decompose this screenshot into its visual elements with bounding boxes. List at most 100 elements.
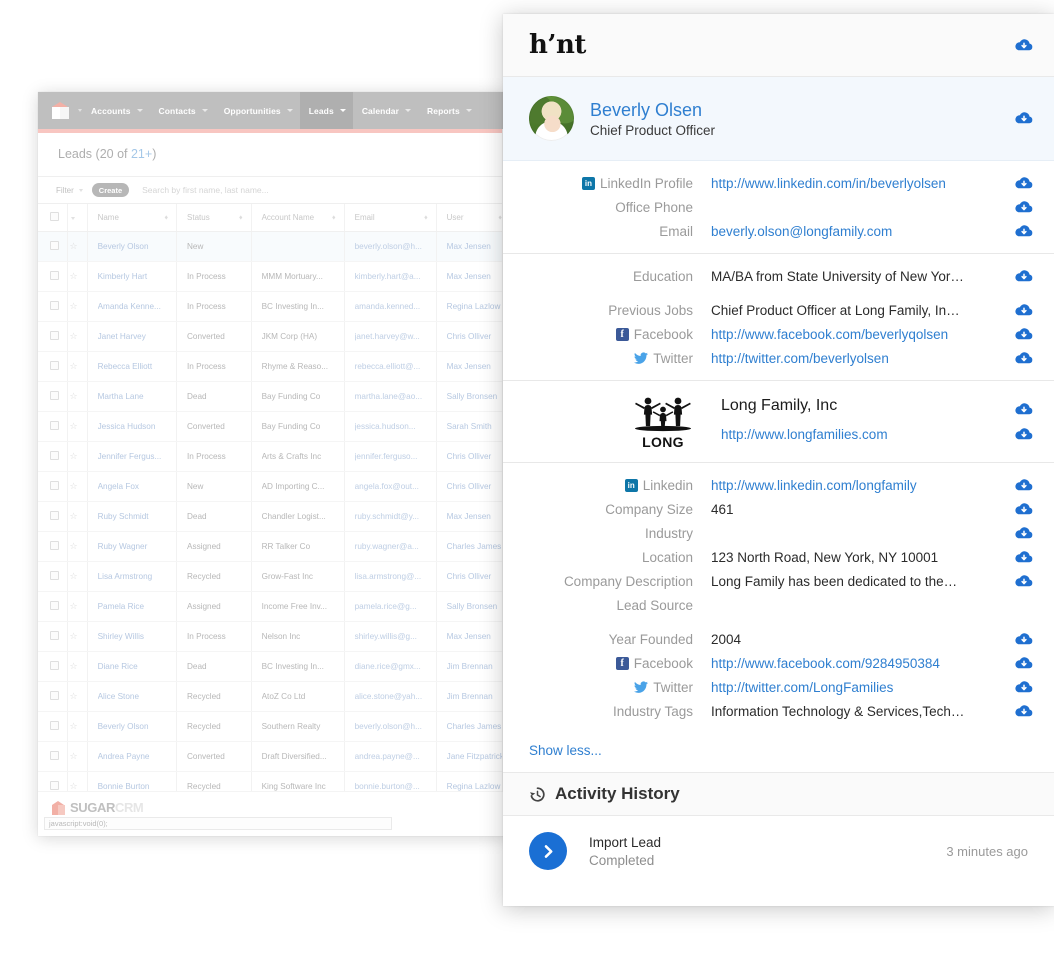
cell-name[interactable]: Beverly Olson: [86, 711, 177, 742]
star-icon[interactable]: ☆: [69, 241, 77, 251]
star-icon[interactable]: ☆: [69, 631, 77, 641]
cell-email[interactable]: pamela.rice@g...: [343, 591, 437, 622]
field-value[interactable]: http://www.linkedin.com/in/beverlyolsen: [711, 176, 1014, 191]
select-all-header[interactable]: [38, 204, 68, 232]
row-checkbox-cell[interactable]: [38, 381, 68, 412]
chevron-down-icon[interactable]: [405, 109, 411, 112]
person-name[interactable]: Beverly Olsen: [590, 99, 715, 122]
field-value[interactable]: http://twitter.com/LongFamilies: [711, 680, 1014, 695]
company-url[interactable]: http://www.longfamilies.com: [721, 427, 1014, 442]
cell-user[interactable]: Max Jensen: [435, 501, 510, 532]
nav-item-contacts[interactable]: Contacts: [150, 92, 215, 129]
row-checkbox-cell[interactable]: [38, 531, 68, 562]
row-checkbox[interactable]: [50, 601, 59, 610]
cell-name[interactable]: Kimberly Hart: [86, 261, 177, 292]
star-icon[interactable]: ☆: [69, 721, 77, 731]
row-checkbox-cell[interactable]: [38, 501, 68, 532]
show-less-link[interactable]: Show less...: [503, 733, 1054, 772]
row-checkbox-cell[interactable]: [38, 291, 68, 322]
row-checkbox[interactable]: [50, 451, 59, 460]
cell-name[interactable]: Martha Lane: [86, 381, 177, 412]
star-icon[interactable]: ☆: [69, 691, 77, 701]
star-icon[interactable]: ☆: [69, 391, 77, 401]
column-header-user[interactable]: User ♦: [435, 204, 510, 232]
cloud-download-icon[interactable]: [1014, 478, 1034, 493]
row-checkbox[interactable]: [50, 331, 59, 340]
cell-user[interactable]: Max Jensen: [435, 261, 510, 292]
field-value[interactable]: beverly.olson@longfamily.com: [711, 224, 1014, 239]
cell-name[interactable]: Shirley Willis: [86, 621, 177, 652]
table-row[interactable]: ☆ Ruby Wagner Assigned RR Talker Co ruby.wag…: [38, 531, 510, 562]
sugar-cube-icon[interactable]: [52, 102, 69, 119]
cell-user[interactable]: Sally Bronsen: [435, 591, 510, 622]
row-checkbox-cell[interactable]: [38, 471, 68, 502]
search-input[interactable]: Search by first name, last name...: [142, 185, 269, 195]
row-checkbox-cell[interactable]: [38, 741, 68, 772]
cell-user[interactable]: Max Jensen: [435, 351, 510, 382]
star-icon[interactable]: ☆: [69, 421, 77, 431]
nav-item-accounts[interactable]: Accounts: [82, 92, 150, 129]
cell-name[interactable]: Pamela Rice: [86, 591, 177, 622]
create-button[interactable]: Create: [91, 183, 130, 197]
star-icon[interactable]: ☆: [69, 361, 77, 371]
row-checkbox[interactable]: [50, 691, 59, 700]
row-checkbox-cell[interactable]: [38, 561, 68, 592]
row-checkbox[interactable]: [50, 421, 59, 430]
star-icon[interactable]: ☆: [69, 331, 77, 341]
row-favorite-cell[interactable]: ☆: [67, 351, 88, 382]
cell-user[interactable]: Chris Olliver: [435, 321, 510, 352]
row-favorite-cell[interactable]: ☆: [67, 441, 88, 472]
chevron-down-icon[interactable]: [201, 109, 208, 112]
row-favorite-cell[interactable]: ☆: [67, 321, 88, 352]
star-icon[interactable]: ☆: [69, 541, 77, 551]
row-checkbox[interactable]: [50, 721, 59, 730]
row-checkbox[interactable]: [50, 391, 59, 400]
cell-email[interactable]: rebecca.elliott@...: [343, 351, 437, 382]
cell-name[interactable]: Rebecca Elliott: [86, 351, 177, 382]
row-favorite-cell[interactable]: ☆: [67, 621, 88, 652]
nav-item-opportunities[interactable]: Opportunities: [215, 92, 300, 129]
row-checkbox[interactable]: [50, 631, 59, 640]
cell-user[interactable]: Max Jensen: [435, 621, 510, 652]
cloud-download-icon[interactable]: [1014, 502, 1034, 517]
row-checkbox[interactable]: [50, 661, 59, 670]
cell-name[interactable]: Lisa Armstrong: [86, 561, 177, 592]
cell-email[interactable]: martha.lane@ao...: [343, 381, 437, 412]
cell-user[interactable]: Jim Brennan: [435, 651, 510, 682]
cell-email[interactable]: angela.fox@out...: [343, 471, 437, 502]
row-favorite-cell[interactable]: ☆: [67, 741, 88, 772]
star-icon[interactable]: ☆: [69, 781, 77, 791]
cell-user[interactable]: Regina Lazlow: [435, 291, 510, 322]
row-checkbox[interactable]: [50, 751, 59, 760]
row-checkbox-cell[interactable]: [38, 321, 68, 352]
field-value[interactable]: http://www.facebook.com/9284950384: [711, 656, 1014, 671]
cloud-download-icon[interactable]: [1014, 176, 1034, 191]
cell-email[interactable]: jessica.hudson...: [343, 411, 437, 442]
sort-icon[interactable]: ♦: [332, 214, 336, 221]
cell-email[interactable]: ruby.wagner@a...: [343, 531, 437, 562]
table-row[interactable]: ☆ Jessica Hudson Converted Bay Funding Co je…: [38, 411, 510, 442]
filter-button[interactable]: Filter: [56, 186, 83, 195]
row-favorite-cell[interactable]: ☆: [67, 711, 88, 742]
sort-icon[interactable]: ♦: [239, 214, 243, 221]
row-favorite-cell[interactable]: ☆: [67, 591, 88, 622]
cell-email[interactable]: diane.rice@gmx...: [343, 651, 437, 682]
cell-email[interactable]: andrea.payne@...: [343, 741, 437, 772]
cell-user[interactable]: Max Jensen: [435, 231, 510, 262]
cell-email[interactable]: ruby.schmidt@y...: [343, 501, 437, 532]
row-checkbox[interactable]: [50, 361, 59, 370]
cell-name[interactable]: Jennifer Fergus...: [86, 441, 177, 472]
row-checkbox-cell[interactable]: [38, 711, 68, 742]
table-row[interactable]: ☆ Lisa Armstrong Recycled Grow-Fast Inc lisa…: [38, 561, 510, 592]
field-value[interactable]: http://www.linkedin.com/longfamily: [711, 478, 1014, 493]
bulk-menu-header[interactable]: [67, 204, 88, 232]
cloud-download-icon[interactable]: [1014, 574, 1034, 589]
row-checkbox[interactable]: [50, 481, 59, 490]
star-icon[interactable]: ☆: [69, 571, 77, 581]
table-row[interactable]: ☆ Martha Lane Dead Bay Funding Co martha.lan…: [38, 381, 510, 412]
cloud-download-icon[interactable]: [1014, 656, 1034, 671]
chevron-down-icon[interactable]: [339, 109, 346, 112]
row-checkbox[interactable]: [50, 511, 59, 520]
cloud-download-icon[interactable]: [1014, 550, 1034, 565]
cell-name[interactable]: Andrea Payne: [86, 741, 177, 772]
